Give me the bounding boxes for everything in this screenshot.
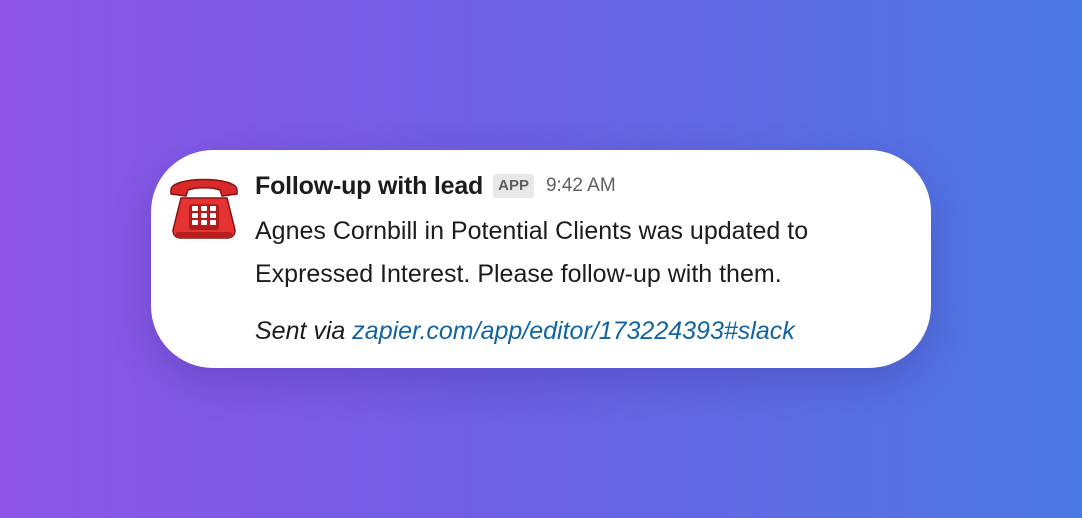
message-body: Agnes Cornbill in Potential Clients was … (255, 210, 911, 296)
message-footer: Sent via zapier.com/app/editor/173224393… (255, 316, 911, 346)
message-content: Follow-up with lead APP 9:42 AM Agnes Co… (255, 170, 911, 346)
message-timestamp[interactable]: 9:42 AM (546, 175, 616, 197)
sender-name[interactable]: Follow-up with lead (255, 172, 483, 201)
message-header: Follow-up with lead APP 9:42 AM (255, 170, 911, 202)
message-card: Follow-up with lead APP 9:42 AM Agnes Co… (151, 150, 931, 368)
message-body-line: Expressed Interest. Please follow-up wit… (255, 260, 782, 288)
message-body-line: Agnes Cornbill in Potential Clients was … (255, 217, 809, 245)
zapier-editor-link[interactable]: zapier.com/app/editor/173224393#slack (352, 317, 794, 345)
app-badge: APP (493, 174, 534, 198)
red-telephone-icon[interactable] (167, 168, 241, 242)
footer-prefix: Sent via (255, 317, 346, 345)
